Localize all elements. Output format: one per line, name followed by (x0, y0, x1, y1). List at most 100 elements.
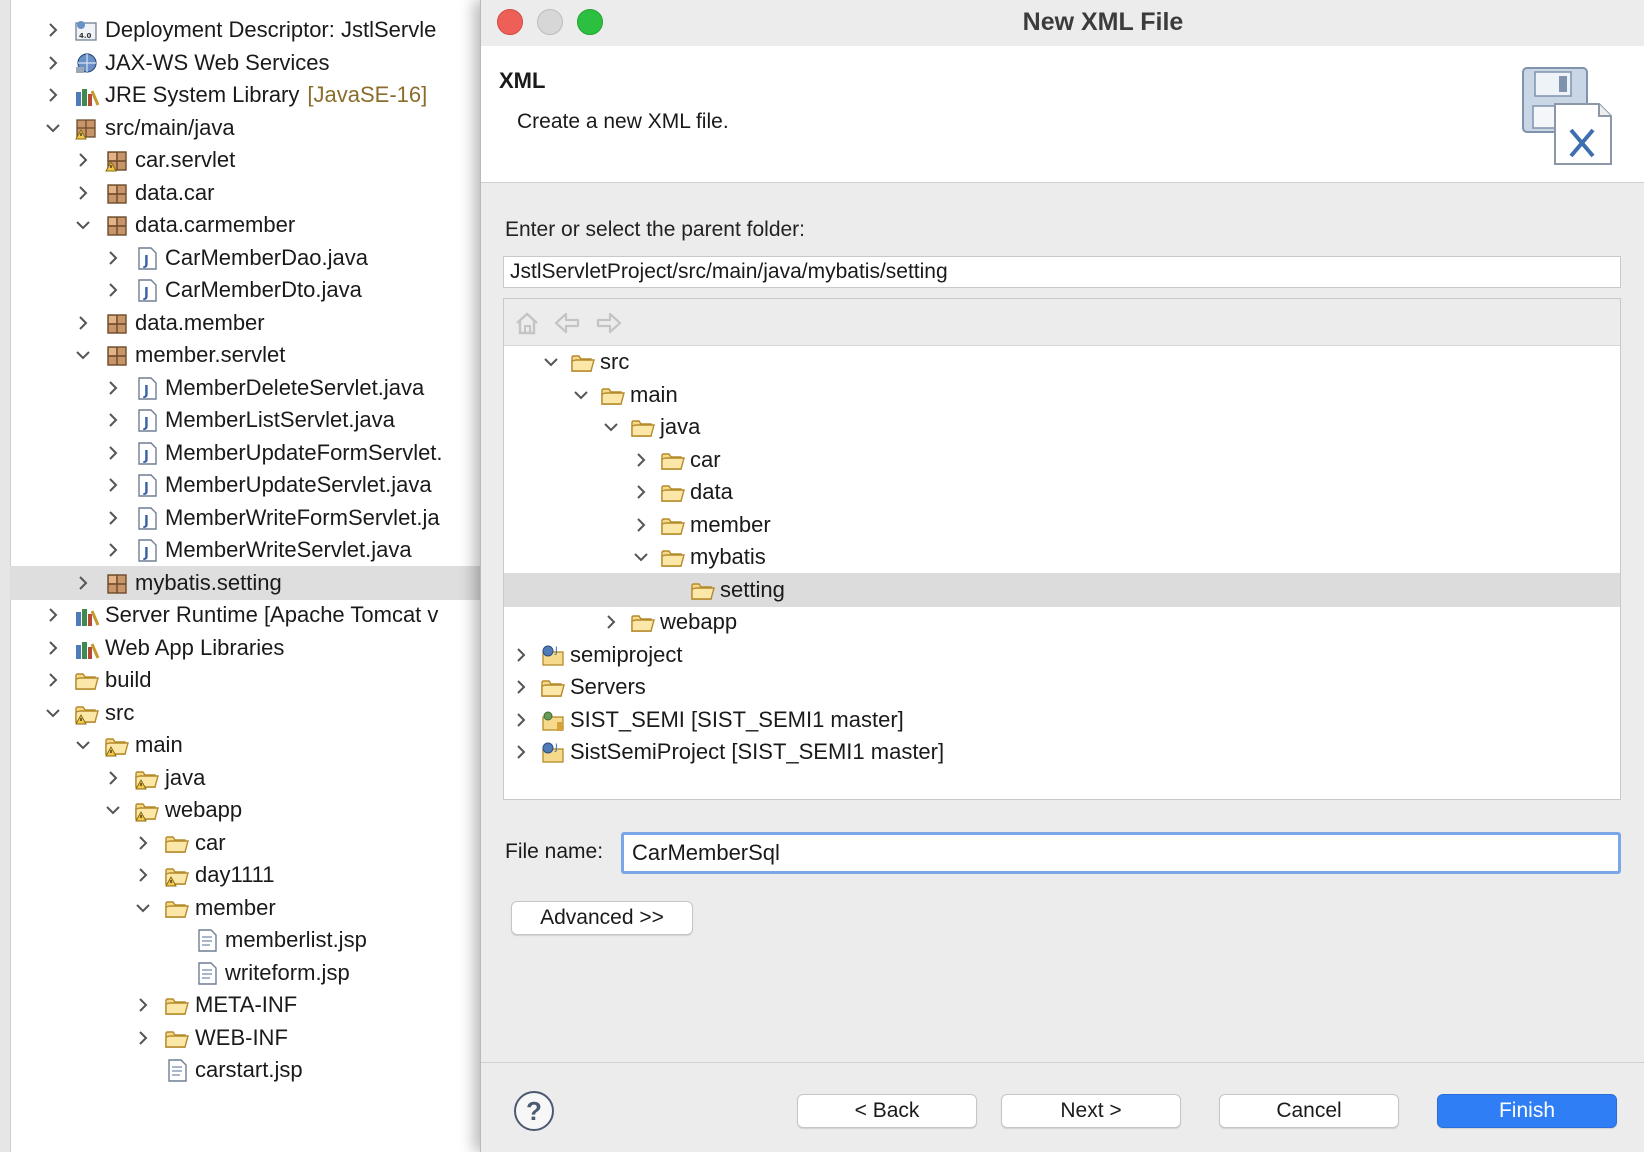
explorer-item[interactable]: JAX-WS Web Services (10, 46, 480, 80)
chevron-right-icon[interactable] (42, 637, 64, 659)
explorer-item[interactable]: WEB-INF (10, 1021, 480, 1055)
explorer-item[interactable]: 4.0 Deployment Descriptor: JstlServle (10, 13, 480, 47)
advanced-button[interactable]: Advanced >> (511, 901, 693, 935)
chevron-right-icon[interactable] (600, 611, 622, 633)
folder-tree-item[interactable]: Servers (504, 670, 1620, 704)
explorer-item[interactable]: writeform.jsp (10, 956, 480, 990)
explorer-item[interactable]: JRE System Library [JavaSE-16] (10, 78, 480, 112)
chevron-right-icon[interactable] (42, 19, 64, 41)
folder-tree-item[interactable]: SIST_SEMI [SIST_SEMI1 master] (504, 703, 1620, 737)
chevron-right-icon[interactable] (510, 676, 532, 698)
chevron-down-icon[interactable] (42, 117, 64, 139)
chevron-right-icon[interactable] (132, 832, 154, 854)
file-name-input[interactable] (621, 832, 1621, 874)
chevron-right-icon[interactable] (42, 52, 64, 74)
chevron-down-icon[interactable] (72, 734, 94, 756)
chevron-right-icon[interactable] (102, 767, 124, 789)
chevron-right-icon[interactable] (42, 84, 64, 106)
chevron-right-icon[interactable] (102, 377, 124, 399)
chevron-down-icon[interactable] (540, 351, 562, 373)
chevron-right-icon[interactable] (132, 864, 154, 886)
chevron-right-icon[interactable] (510, 709, 532, 731)
explorer-item[interactable]: data.member (10, 306, 480, 340)
next-button[interactable]: Next > (1001, 1094, 1181, 1128)
explorer-item[interactable]: Server Runtime [Apache Tomcat v (10, 598, 480, 632)
folder-tree-item[interactable]: car (504, 443, 1620, 477)
finish-button[interactable]: Finish (1437, 1094, 1617, 1128)
explorer-item[interactable]: car (10, 826, 480, 860)
explorer-item[interactable]: J MemberListServlet.java (10, 403, 480, 437)
explorer-item[interactable]: src (10, 696, 480, 730)
explorer-item[interactable]: J CarMemberDao.java (10, 241, 480, 275)
folder-tree-item[interactable]: setting (504, 572, 1620, 607)
back-arrow-icon[interactable] (552, 309, 582, 337)
chevron-right-icon[interactable] (630, 481, 652, 503)
folder-tree-item[interactable]: Jsemiproject (504, 638, 1620, 672)
explorer-item[interactable]: J MemberWriteFormServlet.ja (10, 501, 480, 535)
explorer-item[interactable]: member.servlet (10, 338, 480, 372)
explorer-item[interactable]: J MemberDeleteServlet.java (10, 371, 480, 405)
folder-tree-item[interactable]: java (504, 410, 1620, 444)
chevron-right-icon[interactable] (102, 474, 124, 496)
explorer-item[interactable]: Web App Libraries (10, 631, 480, 665)
chevron-right-icon[interactable] (510, 741, 532, 763)
chevron-right-icon[interactable] (510, 644, 532, 666)
explorer-item[interactable]: J MemberUpdateServlet.java (10, 468, 480, 502)
explorer-item[interactable]: webapp (10, 793, 480, 827)
chevron-right-icon[interactable] (630, 449, 652, 471)
chevron-down-icon[interactable] (72, 344, 94, 366)
chevron-right-icon[interactable] (102, 507, 124, 529)
explorer-item[interactable]: car.servlet (10, 143, 480, 177)
chevron-right-icon[interactable] (72, 149, 94, 171)
chevron-down-icon[interactable] (102, 799, 124, 821)
explorer-item[interactable]: J MemberUpdateFormServlet. (10, 436, 480, 470)
chevron-right-icon[interactable] (102, 279, 124, 301)
explorer-item[interactable]: member (10, 891, 480, 925)
chevron-right-icon[interactable] (72, 312, 94, 334)
parent-folder-input[interactable] (503, 256, 1621, 288)
explorer-item[interactable]: java (10, 761, 480, 795)
folder-tree-item[interactable]: J SistSemiProject [SIST_SEMI1 master] (504, 735, 1620, 769)
explorer-item[interactable]: J MemberWriteServlet.java (10, 533, 480, 567)
chevron-right-icon[interactable] (42, 604, 64, 626)
folder-tree-item[interactable]: member (504, 508, 1620, 542)
chevron-down-icon[interactable] (570, 384, 592, 406)
explorer-item[interactable]: src/main/java (10, 111, 480, 145)
chevron-right-icon[interactable] (102, 409, 124, 431)
chevron-right-icon[interactable] (72, 182, 94, 204)
explorer-item[interactable]: day1111 (10, 858, 480, 892)
explorer-item[interactable]: data.car (10, 176, 480, 210)
folder-tree-item[interactable]: mybatis (504, 540, 1620, 574)
explorer-item[interactable]: mybatis.setting (10, 565, 480, 600)
chevron-down-icon[interactable] (630, 546, 652, 568)
chevron-right-icon[interactable] (630, 514, 652, 536)
chevron-right-icon[interactable] (132, 1027, 154, 1049)
chevron-right-icon[interactable] (102, 247, 124, 269)
explorer-item[interactable]: carstart.jsp (10, 1053, 480, 1087)
forward-arrow-icon[interactable] (594, 309, 624, 337)
chevron-right-icon[interactable] (102, 539, 124, 561)
help-icon[interactable]: ? (514, 1091, 554, 1131)
back-button[interactable]: < Back (797, 1094, 977, 1128)
explorer-item[interactable]: build (10, 663, 480, 697)
explorer-item[interactable]: J CarMemberDto.java (10, 273, 480, 307)
folder-tree-item[interactable]: data (504, 475, 1620, 509)
cancel-button[interactable]: Cancel (1219, 1094, 1399, 1128)
home-icon[interactable] (512, 309, 542, 337)
explorer-item[interactable]: data.carmember (10, 208, 480, 242)
chevron-right-icon[interactable] (132, 994, 154, 1016)
explorer-item[interactable]: memberlist.jsp (10, 923, 480, 957)
folder-tree-item[interactable]: src (504, 345, 1620, 379)
explorer-item[interactable]: META-INF (10, 988, 480, 1022)
chevron-down-icon[interactable] (600, 416, 622, 438)
folder-tree-item[interactable]: main (504, 378, 1620, 412)
folder-tree-item[interactable]: webapp (504, 605, 1620, 639)
chevron-down-icon[interactable] (132, 897, 154, 919)
chevron-right-icon[interactable] (102, 442, 124, 464)
chevron-down-icon[interactable] (72, 214, 94, 236)
chevron-right-icon[interactable] (72, 572, 94, 594)
explorer-item-label: MemberWriteServlet.java (165, 537, 412, 562)
chevron-right-icon[interactable] (42, 669, 64, 691)
explorer-item[interactable]: main (10, 728, 480, 762)
chevron-down-icon[interactable] (42, 702, 64, 724)
